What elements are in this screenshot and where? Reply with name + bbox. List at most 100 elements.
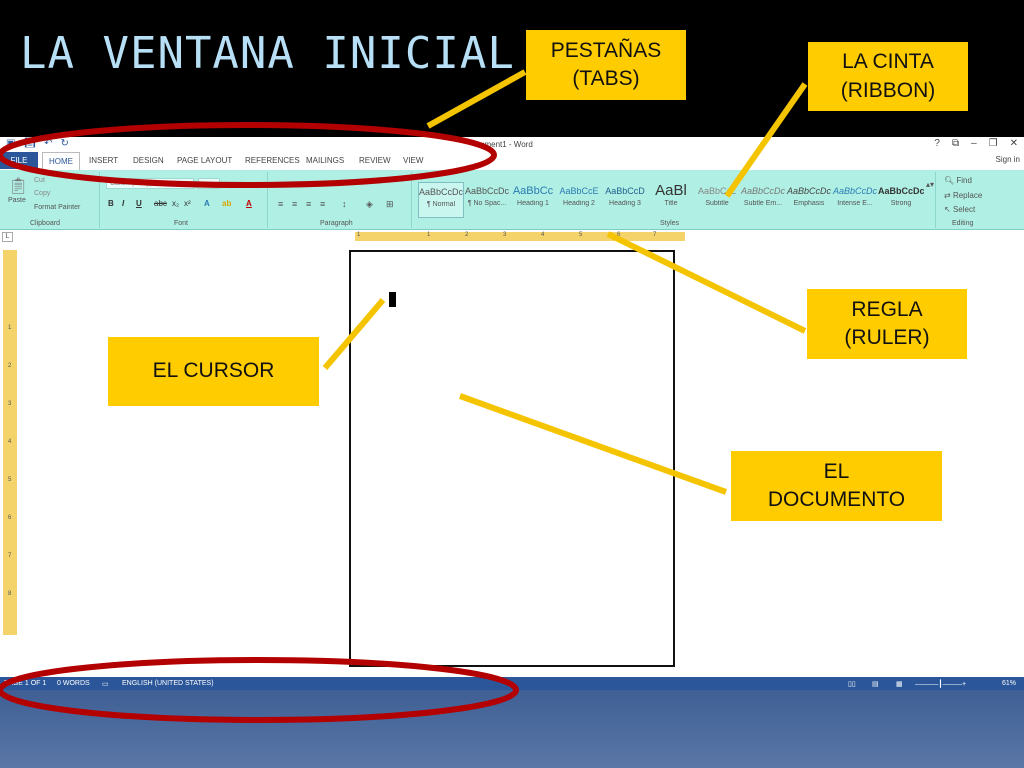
- subscript-button[interactable]: x₂: [172, 199, 179, 208]
- style-heading-1[interactable]: AaBbCc Heading 1: [510, 182, 556, 218]
- font-size-select[interactable]: [198, 178, 220, 189]
- ruler-tick-label: 8: [8, 591, 12, 597]
- align-left-icon[interactable]: ≡: [278, 199, 283, 209]
- tab-selector[interactable]: L: [2, 232, 13, 242]
- title-bar: ▣ 💾︎ ↶ ↻ ument1 - Word ? ⧉ – ❐ ✕: [0, 137, 1024, 152]
- bold-button[interactable]: B: [108, 199, 114, 208]
- style-heading-2[interactable]: AaBbCcE Heading 2: [556, 182, 602, 218]
- horizontal-ruler[interactable]: 1 1 2 3 4 5 6 7: [355, 232, 685, 241]
- document-page[interactable]: [349, 250, 675, 667]
- vertical-ruler[interactable]: 1 2 3 4 5 6 7 8: [3, 250, 17, 635]
- page-count[interactable]: PAGE 1 OF 1: [4, 680, 46, 687]
- close-icon[interactable]: ✕: [1010, 138, 1018, 149]
- style-strong[interactable]: AaBbCcDc Strong: [878, 182, 924, 218]
- web-layout-icon[interactable]: ▦: [896, 680, 903, 688]
- tab-mailings[interactable]: MAILINGS: [306, 156, 344, 165]
- style-name: ¶ No Spac...: [467, 200, 507, 207]
- ruler-tick-label: 7: [8, 553, 12, 559]
- restore-icon[interactable]: ❐: [989, 138, 998, 149]
- word-logo-icon: ▣: [6, 138, 16, 149]
- style-name: Subtitle: [705, 200, 729, 207]
- zoom-level[interactable]: 61%: [1002, 680, 1016, 687]
- shading-icon[interactable]: ◈: [366, 199, 373, 210]
- word-count[interactable]: 0 WORDS: [57, 680, 90, 687]
- style-name: ¶ Normal: [426, 201, 456, 208]
- justify-icon[interactable]: ≡: [320, 199, 325, 209]
- save-icon[interactable]: 💾︎: [23, 138, 36, 149]
- tab-review[interactable]: REVIEW: [359, 156, 391, 165]
- font-name-value: Calibri (Body): [110, 180, 153, 187]
- paste-icon: 📋︎: [8, 178, 29, 195]
- proofing-icon[interactable]: ▭: [102, 680, 109, 688]
- callout-ribbon: LA CINTA (RIBBON): [808, 42, 968, 111]
- minimize-icon[interactable]: –: [971, 138, 977, 149]
- style-name: Intense E...: [837, 200, 873, 207]
- italic-button[interactable]: I: [122, 199, 124, 208]
- callout-document: EL DOCUMENTO: [731, 451, 942, 521]
- style-sample: AaBbCcDc: [832, 186, 877, 196]
- style-no-spacing[interactable]: AaBbCcDc ¶ No Spac...: [464, 182, 510, 218]
- style-normal[interactable]: AaBbCcDc ¶ Normal: [418, 182, 464, 218]
- ribbon-display-icon[interactable]: ⧉: [952, 138, 959, 149]
- help-icon[interactable]: ?: [934, 138, 940, 149]
- redo-icon[interactable]: ↻: [61, 138, 69, 149]
- tab-design[interactable]: DESIGN: [133, 156, 164, 165]
- highlight-icon[interactable]: ab: [222, 199, 231, 208]
- ruler-tick-label: 1: [8, 325, 12, 331]
- tab-file[interactable]: FILE: [0, 152, 38, 169]
- ruler-tick-label: 2: [465, 232, 469, 238]
- styles-label: Styles: [660, 220, 680, 227]
- tab-view[interactable]: VIEW: [403, 156, 423, 165]
- replace-button[interactable]: ⇄ Replace: [944, 191, 982, 200]
- format-painter-button[interactable]: Format Painter: [34, 204, 80, 211]
- window-controls: ? ⧉ – ❐ ✕: [934, 138, 1018, 149]
- zoom-slider[interactable]: –‒‒‒‒‒┃‒‒‒‒‒+: [915, 680, 966, 688]
- borders-icon[interactable]: ⊞: [386, 199, 394, 210]
- strikethrough-button[interactable]: abc: [154, 199, 167, 208]
- callout-ruler-line2: (RULER): [844, 326, 930, 349]
- font-group: Calibri (Body) B I U abc x₂ x² A ab A Fo…: [102, 172, 268, 228]
- tab-insert[interactable]: INSERT: [89, 156, 118, 165]
- style-subtitle[interactable]: AaBbCcL Subtitle: [694, 182, 740, 218]
- tab-home[interactable]: HOME: [42, 152, 80, 170]
- language-status[interactable]: ENGLISH (UNITED STATES): [122, 680, 214, 687]
- undo-icon[interactable]: ↶: [44, 138, 52, 149]
- style-subtle-emphasis[interactable]: AaBbCcDc Subtle Em...: [740, 182, 786, 218]
- text-effects-icon[interactable]: A: [204, 199, 210, 208]
- copy-button[interactable]: Copy: [34, 190, 50, 197]
- style-intense-emphasis[interactable]: AaBbCcDc Intense E...: [832, 182, 878, 218]
- tab-references[interactable]: REFERENCES: [245, 156, 300, 165]
- font-name-select[interactable]: Calibri (Body): [106, 178, 194, 189]
- font-color-icon[interactable]: A: [246, 199, 252, 208]
- callout-document-line1: EL: [823, 459, 850, 483]
- line-spacing-icon[interactable]: ↕: [342, 199, 347, 209]
- find-button[interactable]: 🔍︎ Find: [944, 176, 972, 185]
- styles-scroll-icon[interactable]: ▴▾: [926, 180, 934, 189]
- callout-tabs-line2: (TABS): [572, 67, 640, 90]
- underline-button[interactable]: U: [136, 199, 142, 208]
- tab-page-layout[interactable]: PAGE LAYOUT: [177, 156, 232, 165]
- select-button[interactable]: ↖ Select: [944, 205, 975, 214]
- find-label: Find: [956, 176, 972, 185]
- read-mode-icon[interactable]: ▯▯: [848, 680, 856, 688]
- style-name: Heading 1: [517, 200, 549, 207]
- align-right-icon[interactable]: ≡: [306, 199, 311, 209]
- sign-in-link[interactable]: Sign in: [996, 155, 1020, 164]
- align-center-icon[interactable]: ≡: [292, 199, 297, 209]
- select-label: Select: [952, 205, 976, 214]
- style-emphasis[interactable]: AaBbCcDc Emphasis: [786, 182, 832, 218]
- clipboard-group: 📋︎ Paste Cut Copy Format Painter Clipboa…: [0, 172, 100, 228]
- document-title: ument1 - Word: [480, 140, 533, 149]
- print-layout-icon[interactable]: ▤: [872, 680, 879, 688]
- style-sample: AaBbCcL: [697, 186, 737, 196]
- ruler-tick-label: 4: [8, 439, 12, 445]
- style-title[interactable]: AaBl Title: [648, 182, 694, 218]
- replace-label: Replace: [952, 191, 983, 200]
- callout-ruler: REGLA (RULER): [807, 289, 967, 359]
- ruler-tick-label: 1: [357, 232, 361, 238]
- superscript-button[interactable]: x²: [184, 199, 191, 208]
- style-name: Subtle Em...: [743, 200, 783, 207]
- paste-button[interactable]: Paste: [8, 197, 26, 204]
- style-heading-3[interactable]: AaBbCcD Heading 3: [602, 182, 648, 218]
- cut-button[interactable]: Cut: [34, 177, 45, 184]
